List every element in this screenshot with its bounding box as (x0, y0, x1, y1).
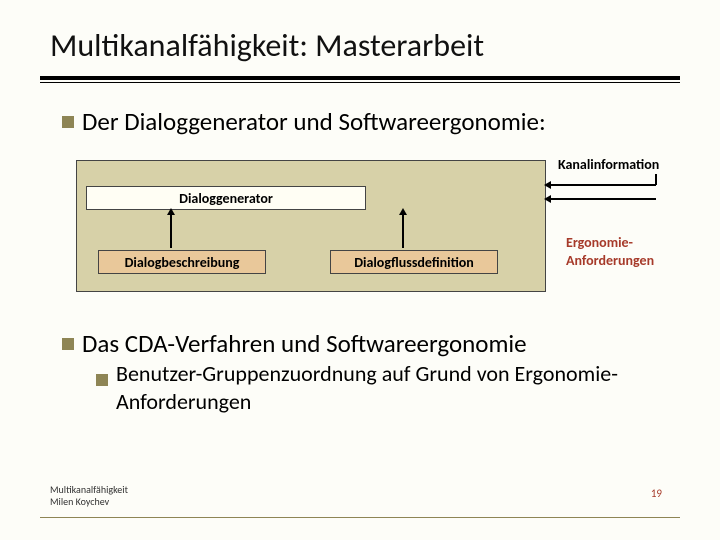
slide-title: Multikanalfähigkeit: Masterarbeit (50, 26, 484, 65)
footer: Multikanalfähigkeit Milen Koychev (50, 484, 128, 508)
footer-line-2: Milen Koychev (50, 496, 128, 508)
bullet-1-text: Der Dialoggenerator und Softwareergonomi… (82, 106, 546, 137)
bullet-icon (96, 374, 108, 386)
page-number: 19 (651, 487, 662, 500)
footer-rule (40, 517, 680, 518)
arrow-line (548, 184, 656, 186)
slide: Multikanalfähigkeit: Masterarbeit Der Di… (0, 0, 720, 540)
bullet-2-text: Das CDA-Verfahren und Softwareergonomie (82, 328, 527, 359)
arrow-head-up-icon (399, 208, 407, 215)
arrow-line (655, 174, 657, 185)
label-ergonomie-1: Ergonomie- (566, 234, 633, 251)
bullet-icon (62, 116, 74, 128)
box-dialogbeschreibung: Dialogbeschreibung (98, 250, 266, 274)
arrow-head-left-icon (544, 195, 551, 203)
arrow-line (170, 212, 172, 248)
box-dialoggenerator: Dialoggenerator (86, 186, 366, 210)
box-dialogflussdefinition: Dialogflussdefinition (330, 250, 498, 274)
arrow-line (548, 198, 656, 200)
bullet-3-text: Benutzer-Gruppenzuordnung auf Grund von … (116, 360, 676, 415)
arrow-line (402, 212, 404, 248)
arrow-head-left-icon (544, 181, 551, 189)
arrow-head-up-icon (167, 208, 175, 215)
label-kanalinformation: Kanalinformation (558, 156, 659, 173)
bullet-icon (62, 338, 74, 350)
title-underline (40, 76, 680, 80)
label-ergonomie-2: Anforderungen (566, 252, 654, 269)
